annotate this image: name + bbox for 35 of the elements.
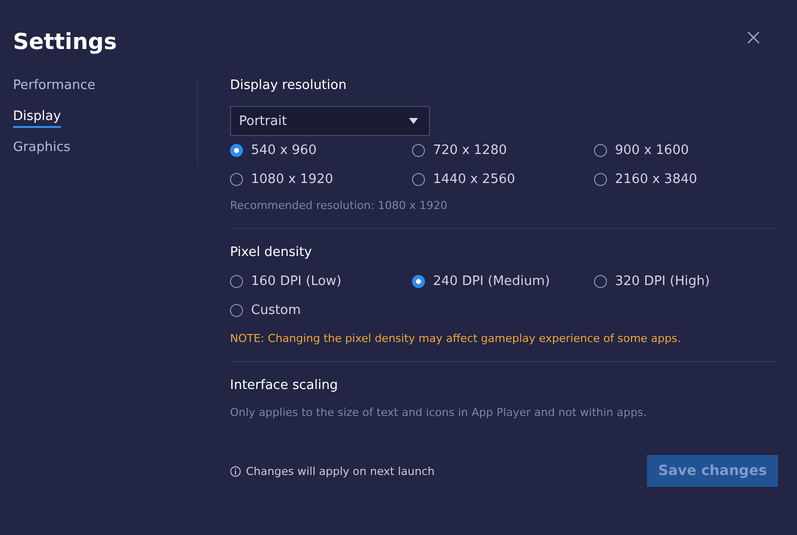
close-button[interactable]: [747, 30, 760, 44]
radio-button[interactable]: [594, 172, 607, 186]
option-label: 540 x 960: [251, 142, 317, 158]
radio-button[interactable]: [230, 274, 243, 288]
info-icon: [230, 466, 241, 476]
option-label: 320 DPI (High): [615, 274, 710, 288]
hint-text: Recommended resolution: 1080 x 1920: [230, 199, 448, 212]
sidebar-item[interactable]: Graphics: [13, 140, 70, 159]
info-text: Changes will apply on next launch: [246, 464, 435, 478]
description-text: Only applies to the size of text and icons in App Player and not within apps.: [230, 406, 648, 419]
option-label: 2160 x 3840: [615, 172, 698, 186]
sidebar-item[interactable]: Performance: [13, 78, 96, 97]
option-label: 1080 x 1920: [251, 172, 334, 186]
option-label: 720 x 1280: [433, 142, 507, 158]
radio-button[interactable]: [412, 274, 425, 288]
caret-icon: [409, 118, 418, 124]
section-heading: Display resolution: [230, 78, 348, 94]
radio-button[interactable]: [594, 274, 607, 288]
option-label: Custom: [251, 302, 301, 318]
option-label: 160 DPI (Low): [251, 274, 342, 288]
orientation-dropdown[interactable]: Portrait: [230, 106, 430, 136]
radio-button[interactable]: [594, 144, 607, 156]
radio-button[interactable]: [230, 172, 243, 186]
option-label: 900 x 1600: [615, 142, 689, 158]
warning-note: NOTE: Changing the pixel density may affect gameplay experience of some apps.: [230, 332, 682, 345]
section-heading: Pixel density: [230, 245, 313, 261]
option-label: 240 DPI (Medium): [433, 274, 550, 288]
radio-button[interactable]: [230, 304, 243, 316]
section-heading: Interface scaling: [230, 378, 339, 394]
sidebar-item[interactable]: Display: [13, 109, 61, 128]
radio-button[interactable]: [412, 172, 425, 186]
radio-button[interactable]: [412, 144, 425, 156]
option-label: 1440 x 2560: [433, 172, 516, 186]
window-title: Settings: [13, 30, 117, 54]
radio-button[interactable]: [230, 144, 243, 156]
